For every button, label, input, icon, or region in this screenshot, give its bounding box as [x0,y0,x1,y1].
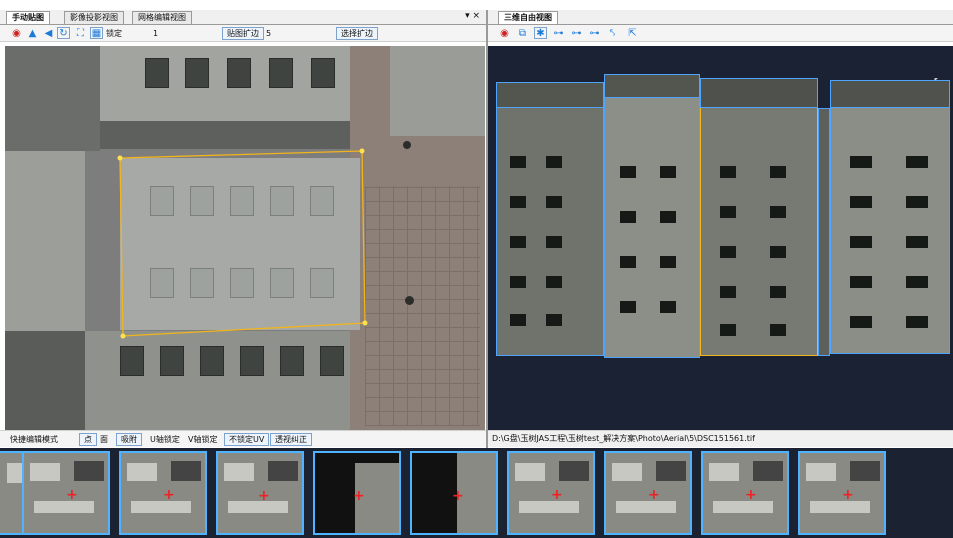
expand-value[interactable]: 5 [266,28,271,39]
snap-button[interactable]: 吸附 [116,433,142,446]
rotate-icon[interactable]: ↻ [57,27,70,39]
vertex-handle [362,320,368,326]
camera-icon[interactable]: ◉ [498,27,511,39]
v-axis-lock[interactable]: V轴锁定 [188,434,217,445]
mirror-icon[interactable]: ◀ [42,27,55,39]
panel-close-controls[interactable]: ▾ × [465,11,480,21]
photo-thumbnail[interactable]: + [701,451,789,535]
texture-image-canvas[interactable] [5,46,485,430]
tab-3d-free-view[interactable]: 三维自由视图 [498,11,558,24]
photo-thumbnail[interactable]: + [507,451,595,535]
vertex-handle [117,155,123,161]
right-toolbar: ◉ ⧉ ✱ ⊶ ⊶ ⊶ ⤣ ⇱ [488,25,953,42]
expand-edge-button[interactable]: 贴图扩边 [222,27,264,40]
lock-label: 锁定 [106,29,122,38]
toggle-icon[interactable]: ⊶ [552,27,565,39]
tab-mesh-edit[interactable]: 网格编辑视图 [132,11,192,24]
toggle-icon[interactable]: ⊶ [570,27,583,39]
vertex-handle [120,333,126,339]
photo-thumbnail[interactable]: + [313,451,401,535]
fit-icon[interactable]: ⛶ [74,27,87,39]
photo-thumbnail-strip[interactable]: + + + + + + + + + [0,448,953,538]
quick-edit-mode-label: 快捷编辑模式 [10,435,58,444]
photo-thumbnail[interactable]: + [119,451,207,535]
grid-icon[interactable]: ▦ [90,27,103,39]
toggle-icon[interactable]: ⊶ [588,27,601,39]
perspective-fix-button[interactable]: 透视纠正 [270,433,312,446]
u-axis-lock[interactable]: U轴锁定 [150,434,180,445]
right-tab-strip: 三维自由视图 [488,10,953,25]
flip-icon[interactable]: ▲ [26,27,39,39]
vertex-handle [359,148,365,154]
selection-outline[interactable] [5,46,485,430]
lock-value[interactable]: 1 [153,28,158,39]
select-mode-icon[interactable]: ⤣ [606,27,619,39]
tab-image-projection[interactable]: 影像投影视图 [64,11,124,24]
tab-manual-texture[interactable]: 手动贴图 [6,11,50,24]
left-toolbar: ◉ ▲ ◀ ↻ ⛶ ▦ 锁定 1 贴图扩边 5 选择扩边 [0,25,486,42]
select-expand-button[interactable]: 选择扩边 [336,27,378,40]
3d-viewport[interactable]: ↖ [488,46,953,430]
left-tab-strip: 手动贴图 影像投影视图 网格编辑视图 ▾ × [0,10,486,25]
window-icon[interactable]: ⧉ [516,27,529,39]
unlock-uv-button[interactable]: 不锁定UV [224,433,270,446]
photo-thumbnail[interactable]: + [22,451,110,535]
photo-thumbnail[interactable]: + [798,451,886,535]
cursor-icon[interactable]: ⇱ [626,27,639,39]
photo-thumbnail[interactable]: + [410,451,498,535]
sun-icon[interactable]: ✱ [534,27,547,39]
face-mode-button[interactable]: 面 [100,434,108,445]
photo-thumbnail[interactable]: + [216,451,304,535]
image-path-status: D:\G盘\玉树JAS工程\玉树test_解决方案\Photo\Aerial\5… [488,430,953,447]
point-mode-button[interactable]: 点 [79,433,97,446]
edit-mode-toolbar: 快捷编辑模式 点 面 吸附 U轴锁定 V轴锁定 不锁定UV 透视纠正 [0,430,486,447]
photo-thumbnail[interactable]: + [604,451,692,535]
camera-icon[interactable]: ◉ [10,27,23,39]
